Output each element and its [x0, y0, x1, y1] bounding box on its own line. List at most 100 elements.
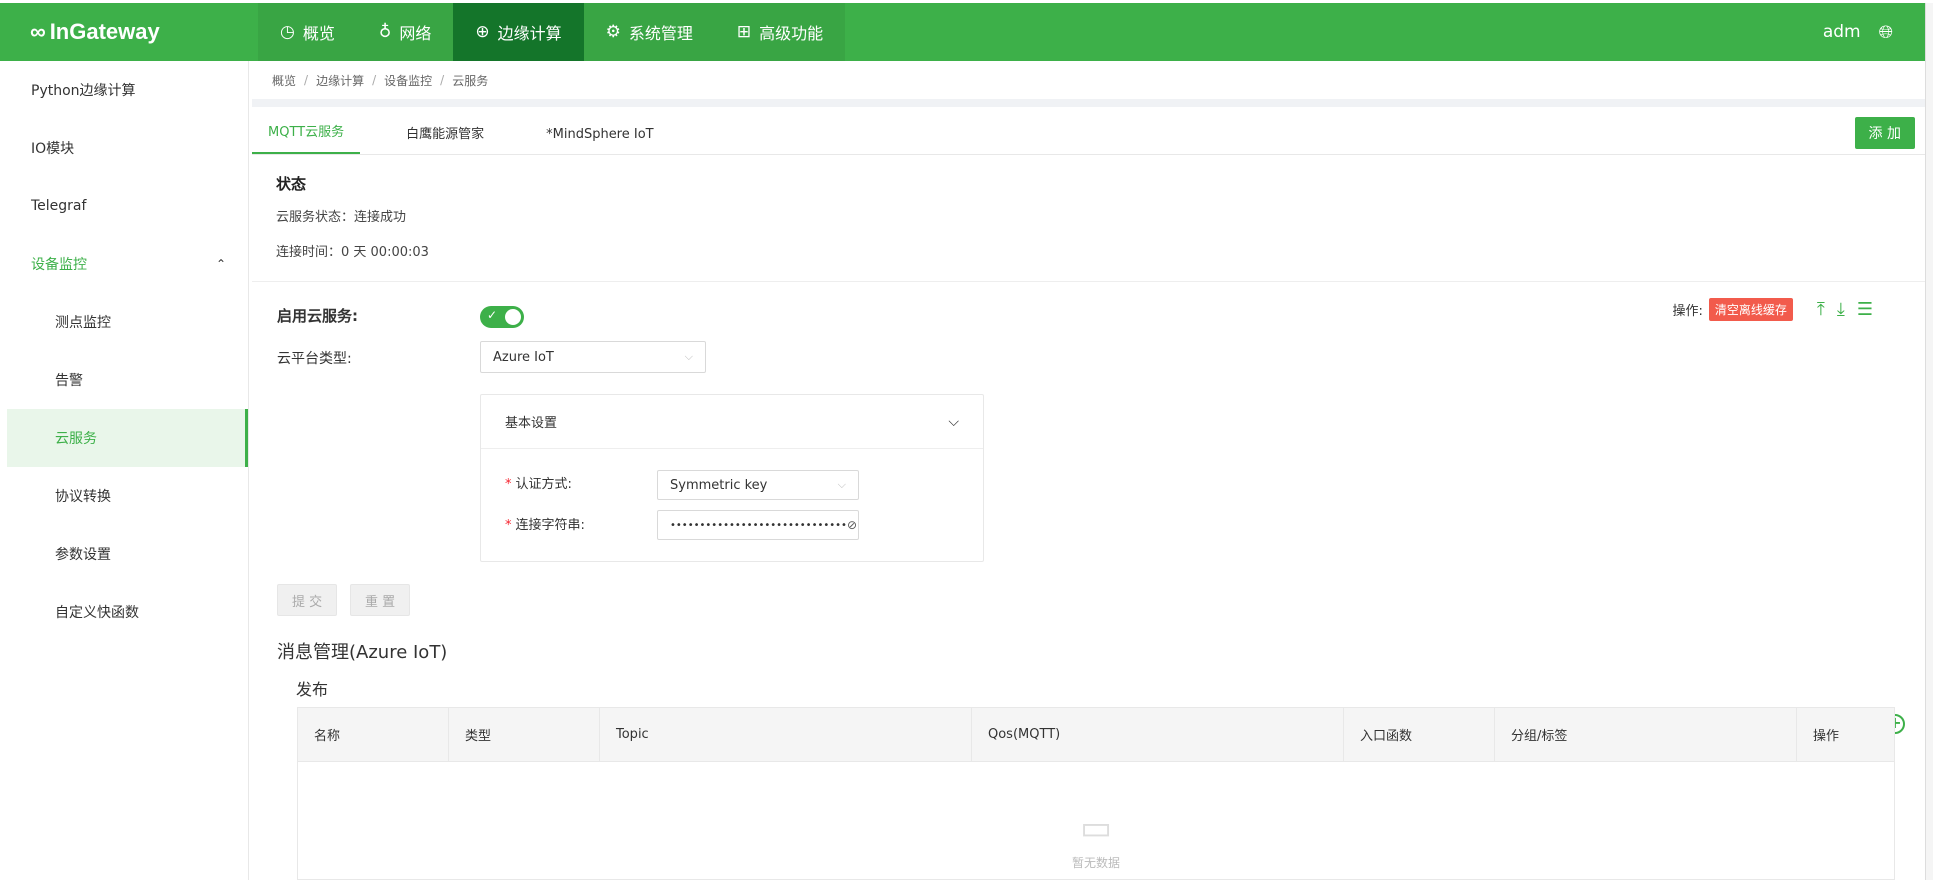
logo[interactable]: ∞ InGateway: [0, 3, 258, 61]
sidebar-item-label: 测点监控: [55, 315, 111, 331]
basic-settings-panel: 基本设置 ⌵ * 认证方式: Symmetric key ⌵ * 连接字符串: ••…: [480, 394, 984, 562]
sidebar-item-label: 协议转换: [55, 489, 111, 505]
sidebar-item-label: 参数设置: [55, 547, 111, 563]
connection-string-input[interactable]: •••••••••••••••••••••••••••••• ⊘: [657, 510, 859, 540]
network-icon: ♁: [378, 22, 392, 42]
nav-advanced[interactable]: ⊞ 高级功能: [714, 3, 846, 61]
nav-system-label: 系统管理: [628, 24, 693, 43]
status-section: 状态 云服务状态：连接成功 连接时间：0 天 00:00:03: [252, 155, 1925, 282]
submit-button[interactable]: 提 交: [277, 584, 338, 616]
auth-value: Symmetric key: [670, 477, 768, 493]
chevron-down-icon: ⌵: [684, 350, 693, 363]
grid-icon: ⊞: [736, 22, 752, 42]
table-header: 名称 类型 Topic Qos(MQTT) 入口函数 分组/标签 操作: [298, 707, 1894, 762]
sidebar-item-label: Python边缘计算: [31, 83, 136, 99]
sidebar-item-label: 云服务: [55, 431, 97, 447]
panel-header[interactable]: 基本设置 ⌵: [481, 395, 983, 449]
sidebar-item-custom-functions[interactable]: 自定义快函数: [7, 583, 248, 641]
enable-label: 启用云服务:: [277, 307, 358, 325]
tab-mindsphere[interactable]: *MindSphere IoT: [530, 127, 669, 154]
add-button[interactable]: 添 加: [1854, 117, 1915, 149]
chevron-down-icon: ⌵: [948, 413, 959, 430]
sidebar: Python边缘计算 IO模块 Telegraf 设备监控 ⌃ 测点监控 告警 …: [7, 61, 249, 880]
auth-label: 认证方式:: [515, 477, 572, 492]
auth-select[interactable]: Symmetric key ⌵: [657, 470, 859, 500]
language-globe-icon[interactable]: 🌐︎: [1879, 22, 1893, 43]
breadcrumb-sep: /: [304, 73, 309, 87]
sidebar-item-label: 自定义快函数: [55, 605, 139, 621]
toggle-knob: [505, 309, 521, 325]
nav-network-label: 网络: [399, 24, 432, 43]
sidebar-item-label: 设备监控: [31, 257, 87, 273]
sidebar-item-label: Telegraf: [31, 198, 87, 214]
auth-label-wrap: * 认证方式:: [505, 473, 572, 492]
nav-edge-computing-label: 边缘计算: [497, 24, 562, 43]
download-icon[interactable]: ⤓: [1837, 299, 1845, 320]
user-area: adm 🌐︎: [1823, 3, 1893, 61]
breadcrumb: 概览 / 边缘计算 / 设备监控 / 云服务: [252, 61, 1925, 107]
sidebar-item-alarm[interactable]: 告警: [7, 351, 248, 409]
breadcrumb-sep: /: [440, 73, 445, 87]
sidebar-item-python[interactable]: Python边缘计算: [7, 61, 248, 119]
conn-label-wrap: * 连接字符串:: [505, 514, 585, 533]
platform-value: Azure IoT: [493, 349, 554, 365]
chevron-up-icon: ⌃: [215, 257, 226, 271]
required-mark: *: [505, 518, 512, 533]
ops-label: 操作:: [1672, 304, 1703, 319]
inhand-logo-icon: ∞: [30, 19, 46, 44]
breadcrumb-current: 云服务: [452, 73, 489, 88]
col-type: 类型: [449, 707, 600, 762]
user-menu[interactable]: adm: [1823, 22, 1861, 42]
breadcrumb-item[interactable]: 概览: [272, 72, 296, 89]
sidebar-item-io[interactable]: IO模块: [7, 119, 248, 177]
nav-overview-label: 概览: [302, 24, 335, 43]
nav-system[interactable]: ⚙ 系统管理: [583, 3, 715, 61]
nav-advanced-label: 高级功能: [759, 24, 824, 43]
enable-row: 启用云服务:: [277, 305, 358, 326]
nav-network[interactable]: ♁ 网络: [356, 3, 454, 61]
empty-text: 暂无数据: [1071, 856, 1120, 870]
enable-toggle[interactable]: ✓: [480, 306, 524, 328]
sidebar-item-device-monitor[interactable]: 设备监控 ⌃: [7, 235, 248, 293]
gear-icon: ⚙: [605, 22, 621, 42]
message-mgmt-title: 消息管理(Azure IoT): [277, 642, 448, 663]
database-icon[interactable]: ☰: [1857, 299, 1873, 320]
publish-title: 发布: [296, 680, 329, 699]
sidebar-item-protocol-convert[interactable]: 协议转换: [7, 467, 248, 525]
platform-label: 云平台类型:: [277, 351, 352, 367]
col-actions: 操作: [1813, 729, 1840, 744]
nav-overview[interactable]: ◷ 概览: [258, 3, 357, 61]
upload-icon[interactable]: ⤒: [1817, 299, 1825, 320]
tab-baiying-energy[interactable]: 白鹰能源管家: [390, 123, 500, 154]
clear-cache-button[interactable]: 清空离线缓存: [1708, 298, 1793, 321]
reset-button[interactable]: 重 置: [350, 584, 411, 616]
required-mark: *: [505, 477, 512, 492]
logo-text: InGateway: [49, 19, 160, 44]
sidebar-item-params[interactable]: 参数设置: [7, 525, 248, 583]
col-group-tag: 分组/标签: [1495, 707, 1797, 762]
nav-edge-computing[interactable]: ⊕ 边缘计算: [453, 3, 584, 61]
scrollbar[interactable]: [1925, 3, 1933, 880]
main-nav: ◷ 概览 ♁ 网络 ⊕ 边缘计算 ⚙ 系统管理 ⊞ 高级功能: [258, 3, 846, 61]
service-status-text: 云服务状态：连接成功: [276, 210, 407, 225]
sidebar-item-cloud-service[interactable]: 云服务: [7, 409, 248, 467]
check-icon: ✓: [487, 308, 498, 322]
sidebar-item-label: IO模块: [31, 141, 75, 157]
sidebar-item-label: 告警: [55, 373, 83, 389]
tab-mqtt-cloud[interactable]: MQTT云服务: [252, 121, 361, 154]
conn-value: ••••••••••••••••••••••••••••••: [670, 519, 847, 531]
platform-select[interactable]: Azure IoT ⌵: [480, 341, 706, 373]
col-qos: Qos(MQTT): [972, 707, 1344, 762]
tab-bar: MQTT云服务 白鹰能源管家 *MindSphere IoT 添 加: [252, 107, 1925, 155]
col-topic: Topic: [600, 707, 972, 762]
dashboard-icon: ◷: [280, 22, 295, 42]
sidebar-item-telegraf[interactable]: Telegraf: [7, 177, 248, 235]
chevron-down-icon: ⌵: [837, 478, 846, 491]
operations-bar: 操作: 清空离线缓存 ⤒ ⤓ ☰: [1673, 298, 1873, 321]
breadcrumb-item[interactable]: 边缘计算: [316, 72, 364, 89]
sidebar-item-point-monitor[interactable]: 测点监控: [7, 293, 248, 351]
eye-off-icon[interactable]: ⊘: [847, 518, 857, 532]
breadcrumb-item[interactable]: 设备监控: [384, 72, 432, 89]
connect-time-text: 连接时间：0 天 00:00:03: [276, 245, 429, 260]
status-title: 状态: [276, 175, 307, 193]
